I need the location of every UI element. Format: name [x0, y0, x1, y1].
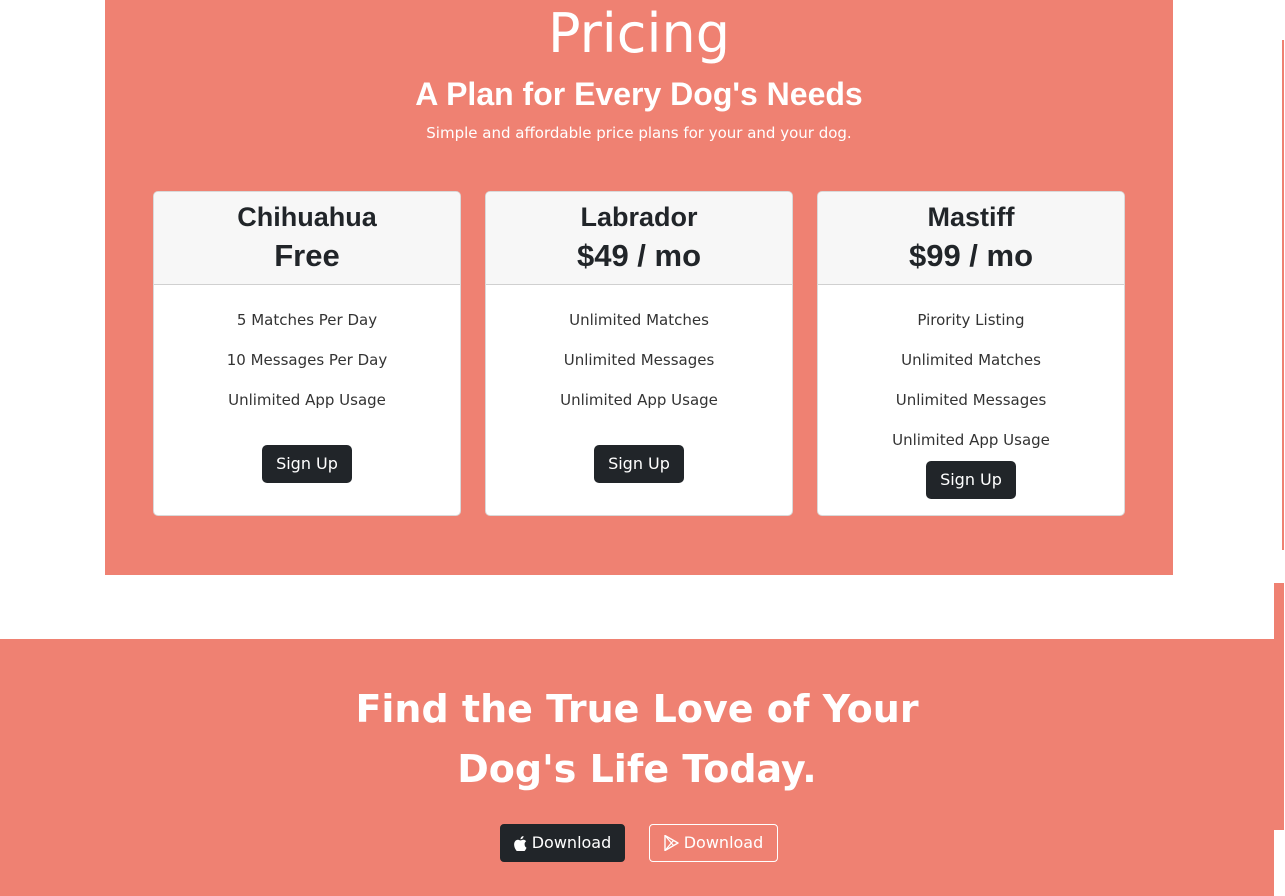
cta-title-line2: Dog's Life Today.: [457, 747, 817, 791]
plan-feature: Unlimited Messages: [563, 351, 715, 369]
page-edge-stripe: [1282, 40, 1284, 550]
plan-price: Free: [274, 238, 340, 273]
plan-feature: Unlimited Matches: [569, 311, 709, 329]
plan-card-header: Labrador $49 / mo: [486, 192, 792, 285]
apple-download-label: Download: [531, 833, 612, 852]
plan-feature: Pirority Listing: [917, 311, 1025, 329]
google-play-download-label: Download: [683, 833, 764, 852]
google-play-icon: [664, 835, 679, 851]
cta-title-line1: Find the True Love of Your: [355, 687, 919, 731]
plan-card-chihuahua: Chihuahua Free 5 Matches Per Day 10 Mess…: [153, 191, 461, 516]
plan-feature-list: Pirority Listing Unlimited Matches Unlim…: [818, 285, 1124, 460]
pricing-title: Pricing: [547, 2, 730, 65]
plan-feature: 10 Messages Per Day: [226, 351, 388, 369]
plan-feature-list: Unlimited Matches Unlimited Messages Unl…: [486, 285, 792, 420]
plan-card-mastiff: Mastiff $99 / mo Pirority Listing Unlimi…: [817, 191, 1125, 516]
plan-price: $49 / mo: [576, 238, 702, 273]
plan-feature: Unlimited App Usage: [560, 391, 718, 409]
apple-icon: [513, 835, 527, 851]
plan-card-header: Mastiff $99 / mo: [818, 192, 1124, 285]
plan-feature-list: 5 Matches Per Day 10 Messages Per Day Un…: [154, 285, 460, 420]
plan-price: $99 / mo: [908, 238, 1034, 273]
plan-name: Mastiff: [927, 202, 1015, 232]
plan-feature: Unlimited Messages: [895, 391, 1047, 409]
cta-edge-stripe: [1274, 583, 1284, 830]
plan-feature: 5 Matches Per Day: [236, 311, 378, 329]
plan-name: Labrador: [580, 202, 698, 232]
sign-up-button[interactable]: Sign Up: [594, 445, 684, 483]
sign-up-button[interactable]: Sign Up: [926, 461, 1016, 499]
plan-card-labrador: Labrador $49 / mo Unlimited Matches Unli…: [485, 191, 793, 516]
pricing-section: Pricing A Plan for Every Dog's Needs Sim…: [105, 0, 1173, 575]
cta-title: Find the True Love of Your Dog's Life To…: [0, 679, 1274, 799]
google-play-download-button[interactable]: Download: [649, 824, 778, 862]
pricing-tagline: Simple and affordable price plans for yo…: [426, 124, 852, 142]
pricing-subtitle: A Plan for Every Dog's Needs: [415, 76, 863, 112]
plan-feature: Unlimited Matches: [901, 351, 1041, 369]
plan-feature: Unlimited App Usage: [228, 391, 386, 409]
plan-feature: Unlimited App Usage: [892, 431, 1050, 449]
apple-download-button[interactable]: Download: [500, 824, 625, 862]
plan-name: Chihuahua: [237, 202, 377, 232]
sign-up-button[interactable]: Sign Up: [262, 445, 352, 483]
cta-section: Find the True Love of Your Dog's Life To…: [0, 639, 1274, 896]
plan-card-header: Chihuahua Free: [154, 192, 460, 285]
